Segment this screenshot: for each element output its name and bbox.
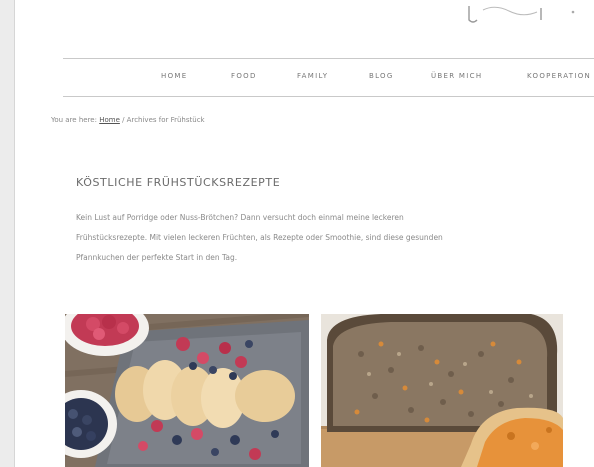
nav-ueber-mich[interactable]: ÜBER MICH xyxy=(431,72,482,80)
category-intro: Kein Lust auf Porridge oder Nuss-Brötche… xyxy=(76,208,546,268)
intro-line: Kein Lust auf Porridge oder Nuss-Brötche… xyxy=(76,213,404,222)
breadcrumb-current: / Archives for Frühstück xyxy=(119,116,205,124)
main-navigation: HOME FOOD FAMILY BLOG ÜBER MICH KOOPERAT… xyxy=(63,58,594,96)
intro-line: Pfannkuchen der perfekte Start in den Ta… xyxy=(76,253,238,262)
breadcrumb-home-link[interactable]: Home xyxy=(99,116,120,124)
site-logo[interactable] xyxy=(463,2,583,24)
recipe-card-bread[interactable] xyxy=(321,314,563,467)
intro-line: Frühstücksrezepte. Mit vielen leckeren F… xyxy=(76,233,443,242)
category-title: KÖSTLICHE FRÜHSTÜCKSREZEPTE xyxy=(76,176,281,189)
breadcrumb-prefix: You are here: xyxy=(51,116,100,124)
nav-family[interactable]: FAMILY xyxy=(297,72,328,80)
nav-kooperation[interactable]: KOOPERATION xyxy=(527,72,591,80)
bread-loaf-image[interactable] xyxy=(321,314,563,467)
nav-food[interactable]: FOOD xyxy=(231,72,257,80)
recipe-card-pancakes[interactable] xyxy=(65,314,309,467)
nav-bottom-divider xyxy=(63,96,594,97)
breadcrumb: You are here: Home / Archives for Frühst… xyxy=(51,116,205,124)
pancakes-berries-image[interactable] xyxy=(65,314,309,467)
nav-home[interactable]: HOME xyxy=(161,72,187,80)
nav-blog[interactable]: BLOG xyxy=(369,72,394,80)
page: HOME FOOD FAMILY BLOG ÜBER MICH KOOPERAT… xyxy=(14,0,594,467)
